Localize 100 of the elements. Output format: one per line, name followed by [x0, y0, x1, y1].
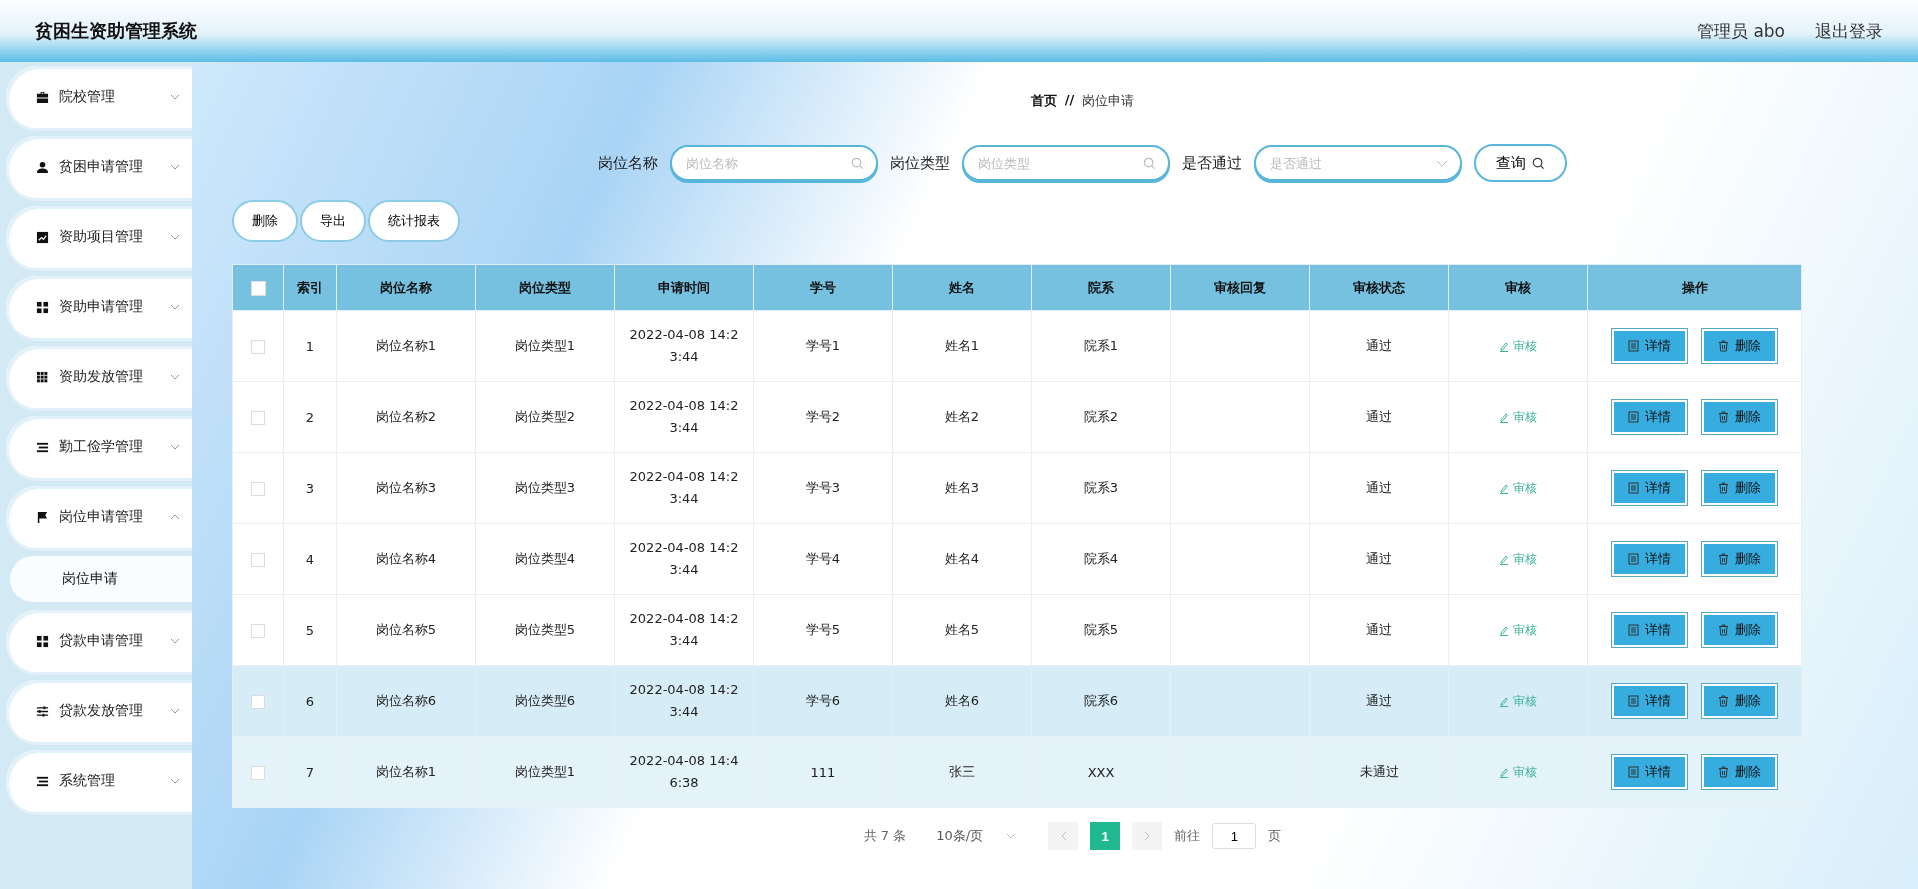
sidebar-item[interactable]: 贫困申请管理 [6, 136, 192, 198]
table-cell: 通过 [1366, 693, 1392, 708]
delete-button[interactable]: 删除 [1701, 400, 1777, 434]
sidebar-item[interactable]: 资助申请管理 [6, 276, 192, 338]
breadcrumb-item[interactable]: 首页 [1030, 92, 1057, 110]
column-header: 姓名 [949, 279, 975, 295]
search-field[interactable]: 岗位类型 [962, 145, 1170, 181]
next-page-button[interactable] [1132, 822, 1163, 850]
delete-button[interactable]: 删除 [1701, 471, 1777, 505]
menu-icon [36, 634, 49, 648]
delete-button[interactable]: 删除 [1701, 329, 1777, 363]
table-cell: 2 [305, 409, 315, 425]
delete-button[interactable]: 删除 [1701, 613, 1777, 647]
table-cell: 1 [305, 338, 315, 354]
detail-button[interactable]: 详情 [1612, 613, 1688, 647]
column-header: 审核 [1505, 279, 1531, 295]
table-cell: 姓名2 [944, 409, 980, 424]
select-field[interactable]: 是否通过 [1254, 145, 1462, 181]
delete-button[interactable]: 删除 [1701, 755, 1777, 789]
detail-button[interactable]: 详情 [1612, 471, 1688, 505]
sidebar-item[interactable]: 资助发放管理 [6, 346, 192, 408]
column-header: 索引 [297, 279, 323, 295]
logout-link[interactable]: 退出登录 [1815, 19, 1883, 43]
detail-button[interactable]: 详情 [1612, 542, 1688, 576]
sidebar-item[interactable]: 系统管理 [6, 750, 192, 812]
goto-label: 前往 [1174, 827, 1201, 845]
sidebar-item[interactable]: 贷款申请管理 [6, 610, 192, 672]
table-cell: 姓名6 [944, 693, 980, 708]
pencil-icon [1499, 340, 1509, 352]
chevron-left-icon [1059, 830, 1067, 841]
search-field[interactable]: 岗位名称 [670, 145, 878, 181]
menu-icon [36, 90, 49, 104]
row-checkbox[interactable] [251, 552, 265, 567]
breadcrumb-separator: // [1064, 92, 1075, 109]
admin-name: 管理员 abo [1697, 19, 1785, 43]
detail-button[interactable]: 详情 [1612, 755, 1688, 789]
search-icon [1143, 156, 1156, 170]
row-checkbox[interactable] [251, 694, 265, 709]
row-checkbox[interactable] [251, 410, 265, 425]
table-cell: 岗位名称4 [375, 551, 437, 566]
document-icon [1628, 482, 1640, 494]
table-cell: 岗位名称6 [375, 693, 437, 708]
column-header: 学号 [810, 279, 836, 295]
chevron-right-icon [1143, 830, 1151, 841]
table-cell: 院系5 [1083, 622, 1119, 637]
delete-button[interactable]: 删除 [1701, 684, 1777, 718]
table-cell: 通过 [1366, 409, 1392, 424]
sidebar-item[interactable]: 岗位申请管理 [6, 486, 192, 548]
sidebar-item[interactable]: 贷款发放管理 [6, 680, 192, 742]
action-button[interactable]: 删除 [232, 200, 298, 242]
table-cell: 姓名5 [944, 622, 980, 637]
sidebar-item[interactable]: 院校管理 [6, 66, 192, 128]
chevron-icon [170, 444, 180, 450]
submenu-item[interactable]: 岗位申请 [10, 556, 192, 602]
row-checkbox[interactable] [251, 765, 265, 780]
query-button[interactable]: 查询 [1474, 144, 1567, 182]
table-cell: 3 [305, 480, 315, 496]
table-cell: 通过 [1366, 338, 1392, 353]
row-checkbox[interactable] [251, 623, 265, 638]
document-icon [1628, 695, 1640, 707]
delete-button[interactable]: 删除 [1701, 542, 1777, 576]
table-cell: 2022-04-08 14:23:44 [629, 398, 739, 435]
table-cell: 7 [305, 764, 315, 780]
chevron-icon [170, 514, 180, 520]
document-icon [1628, 411, 1640, 423]
chevron-icon [1006, 833, 1017, 839]
menu-icon [36, 160, 49, 174]
action-button[interactable]: 导出 [300, 200, 366, 242]
sidebar-item[interactable]: 资助项目管理 [6, 206, 192, 268]
table-cell: 院系3 [1083, 480, 1119, 495]
table-cell: 岗位类型4 [514, 551, 576, 566]
filter-label: 岗位类型 [890, 153, 950, 173]
select-all-checkbox[interactable] [250, 280, 266, 296]
chevron-icon [170, 234, 180, 240]
table-cell: 院系2 [1083, 409, 1119, 424]
document-icon [1628, 553, 1640, 565]
table-cell: 姓名4 [944, 551, 980, 566]
previous-page-button[interactable] [1048, 822, 1079, 850]
table-cell: 未通过 [1359, 764, 1399, 779]
row-checkbox[interactable] [251, 339, 265, 354]
table-cell: 学号5 [805, 622, 841, 637]
table-cell: 学号2 [805, 409, 841, 424]
trash-icon [1717, 766, 1729, 778]
sidebar-item[interactable]: 勤工俭学管理 [6, 416, 192, 478]
goto-page-field[interactable]: 1 [1212, 823, 1257, 849]
menu-icon [36, 704, 49, 718]
action-button[interactable]: 统计报表 [368, 200, 460, 242]
menu-icon [36, 774, 49, 788]
table-cell: 2022-04-08 14:23:44 [629, 469, 739, 506]
detail-button[interactable]: 详情 [1612, 329, 1688, 363]
row-checkbox[interactable] [251, 481, 265, 496]
table-cell: 通过 [1366, 551, 1392, 566]
table-cell: 学号1 [805, 338, 841, 353]
table-cell: 院系6 [1083, 693, 1119, 708]
detail-button[interactable]: 详情 [1612, 400, 1688, 434]
table-cell: 岗位类型2 [514, 409, 576, 424]
detail-button[interactable]: 详情 [1612, 684, 1688, 718]
trash-icon [1717, 411, 1729, 423]
table-cell: 2022-04-08 14:23:44 [629, 327, 739, 364]
chevron-icon [170, 708, 180, 714]
